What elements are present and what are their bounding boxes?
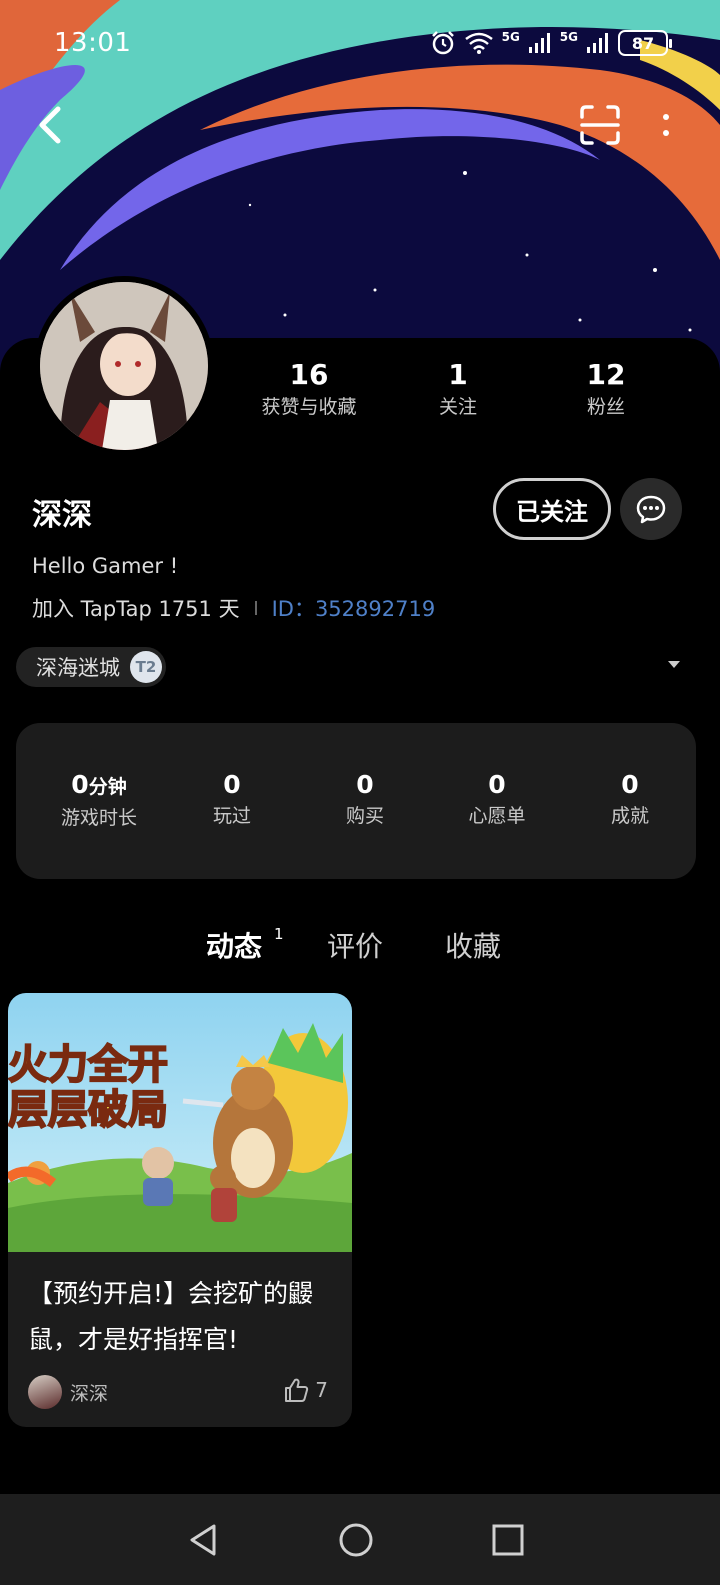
back-arrow-icon	[39, 106, 61, 144]
avatar[interactable]	[34, 276, 214, 456]
message-icon	[636, 495, 666, 524]
scan-button[interactable]	[578, 103, 622, 147]
cover-text-line1: 火力全开	[8, 1042, 168, 1088]
play-stat-time[interactable]: 0分钟 游戏时长	[61, 768, 137, 832]
nav-back-button[interactable]	[176, 1512, 232, 1568]
play-stat-achievements[interactable]: 0 成就	[611, 768, 649, 830]
tab-feed-count: 1	[274, 925, 284, 943]
play-stats-card: 0分钟 游戏时长 0 玩过 0 购买 0 心愿单 0 成就	[16, 723, 696, 879]
post-cover-art: 火力全开 层层破局	[8, 993, 352, 1252]
content-tabs: 动态 1 评价 收藏	[0, 925, 720, 975]
play-stat-achievements-value: 0	[621, 770, 639, 799]
play-stat-wishlist-value: 0	[488, 770, 506, 799]
play-stat-time-label: 游戏时长	[60, 807, 138, 829]
play-stat-played-value: 0	[223, 770, 241, 799]
network-label-1: 5G	[501, 30, 520, 44]
alarm-icon	[431, 31, 454, 55]
post-author[interactable]: 深深	[28, 1375, 108, 1409]
post-cover-image: 火力全开 层层破局	[8, 993, 352, 1252]
signal-icon-1	[528, 33, 550, 53]
username: 深深	[32, 498, 92, 533]
join-days: 加入 TapTap 1751 天	[32, 597, 240, 621]
separator	[254, 601, 257, 615]
nav-recent-button[interactable]	[480, 1512, 536, 1568]
stat-followers-value: 12	[586, 358, 626, 391]
play-stat-purchased[interactable]: 0 购买	[346, 768, 384, 830]
system-nav-bar	[0, 1494, 720, 1585]
post-like-count: 7	[315, 1378, 328, 1402]
game-tag-badge: T2	[130, 651, 162, 683]
message-button[interactable]	[620, 478, 682, 540]
avatar-illustration	[40, 282, 208, 450]
stat-following-value: 1	[448, 358, 468, 391]
game-tag[interactable]: 深海迷城 T2	[16, 647, 166, 687]
status-icons: 5G 5G 87	[430, 30, 672, 56]
profile-stats: 16 获赞与收藏 1 关注 12 粉丝	[230, 356, 690, 426]
tab-feed[interactable]: 动态 1	[206, 925, 284, 965]
user-id[interactable]: ID：352892719	[272, 593, 436, 623]
scan-icon	[580, 105, 620, 145]
post-author-name: 深深	[70, 1382, 109, 1405]
play-stat-played-label: 玩过	[212, 805, 252, 827]
game-tag-name: 深海迷城	[36, 656, 120, 680]
tab-favorites[interactable]: 收藏	[445, 925, 501, 965]
more-icon-dot	[663, 130, 669, 136]
stat-followers-label: 粉丝	[586, 396, 625, 418]
stat-following-label: 关注	[438, 396, 478, 418]
status-time: 13:01	[54, 28, 132, 58]
avatar-image	[40, 282, 208, 450]
play-stat-achievements-label: 成就	[610, 805, 650, 827]
nav-recent-icon	[492, 1524, 524, 1556]
post-author-avatar	[28, 1375, 62, 1409]
play-stat-time-unit: 分钟	[88, 776, 127, 798]
more-icon	[663, 114, 669, 120]
join-info: 加入 TapTap 1751 天 ID：352892719	[32, 593, 435, 623]
top-nav	[0, 95, 720, 155]
tab-feed-label: 动态	[206, 930, 263, 963]
wifi-icon	[464, 32, 493, 54]
play-stat-time-number: 0	[71, 770, 89, 799]
tab-reviews[interactable]: 评价	[327, 925, 383, 965]
stat-following[interactable]: 1 关注	[439, 356, 477, 420]
network-label-2: 5G	[559, 30, 578, 44]
play-stat-played[interactable]: 0 玩过	[213, 768, 251, 830]
play-stat-purchased-label: 购买	[345, 805, 385, 827]
play-stat-wishlist-label: 心愿单	[468, 805, 526, 827]
battery-level: 87	[631, 33, 655, 53]
stat-followers[interactable]: 12 粉丝	[587, 356, 626, 420]
stat-likes[interactable]: 16 获赞与收藏	[261, 356, 356, 420]
follow-button[interactable]: 已关注	[493, 478, 611, 540]
stat-likes-value: 16	[289, 358, 329, 391]
signal-icon-2	[587, 33, 608, 53]
chevron-down-icon[interactable]	[668, 661, 680, 668]
play-stat-purchased-value: 0	[356, 770, 374, 799]
user-bio: Hello Gamer !	[32, 554, 179, 578]
stat-likes-label: 获赞与收藏	[261, 396, 357, 418]
nav-home-button[interactable]	[328, 1512, 384, 1568]
thumbs-up-icon	[285, 1378, 309, 1402]
nav-home-icon	[339, 1523, 373, 1557]
post-like-button[interactable]: 7	[283, 1377, 328, 1403]
post-card[interactable]: 火力全开 层层破局 【预约开启!】会挖矿的鼹鼠，才是好指挥官! 深深 7	[8, 993, 352, 1427]
more-button[interactable]	[656, 103, 676, 147]
battery-indicator: 87	[618, 30, 672, 56]
play-stat-wishlist[interactable]: 0 心愿单	[468, 768, 525, 830]
back-button[interactable]	[30, 100, 70, 150]
nav-back-icon	[190, 1524, 216, 1556]
status-bar: 13:01 5G 5G 87	[0, 0, 720, 90]
post-title[interactable]: 【预约开启!】会挖矿的鼹鼠，才是好指挥官!	[28, 1271, 338, 1363]
play-stat-time-value: 0分钟	[61, 768, 137, 804]
cover-text-line2: 层层破局	[8, 1087, 168, 1133]
